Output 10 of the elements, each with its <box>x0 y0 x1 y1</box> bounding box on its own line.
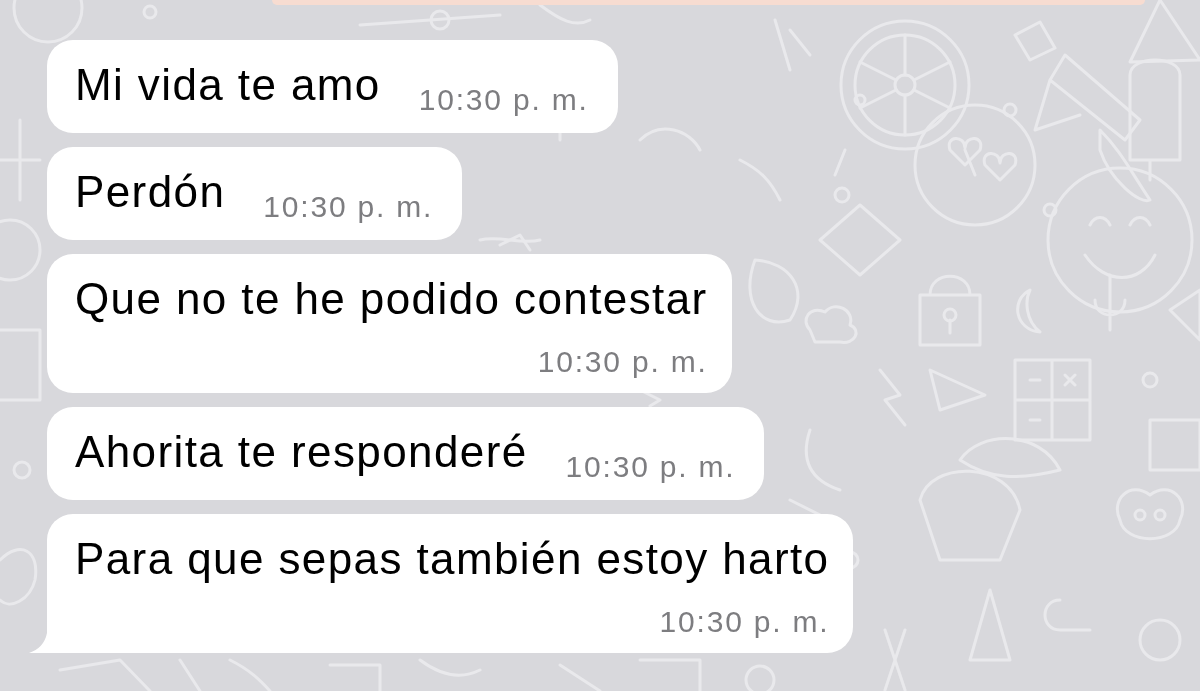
message-text: Perdón <box>75 166 226 218</box>
message-time: 10:30 p. m. <box>418 83 589 117</box>
message-time: 10:30 p. m. <box>659 605 830 639</box>
message-text: Para que sepas también estoy harto <box>75 533 830 585</box>
message-time: 10:30 p. m. <box>537 345 708 379</box>
message-text: Que no te he podido contestar <box>75 273 708 325</box>
message-time: 10:30 p. m. <box>565 450 736 484</box>
message-time: 10:30 p. m. <box>263 190 434 224</box>
message-text: Ahorita te responderé <box>75 426 528 478</box>
message-text: Mi vida te amo <box>75 59 381 111</box>
